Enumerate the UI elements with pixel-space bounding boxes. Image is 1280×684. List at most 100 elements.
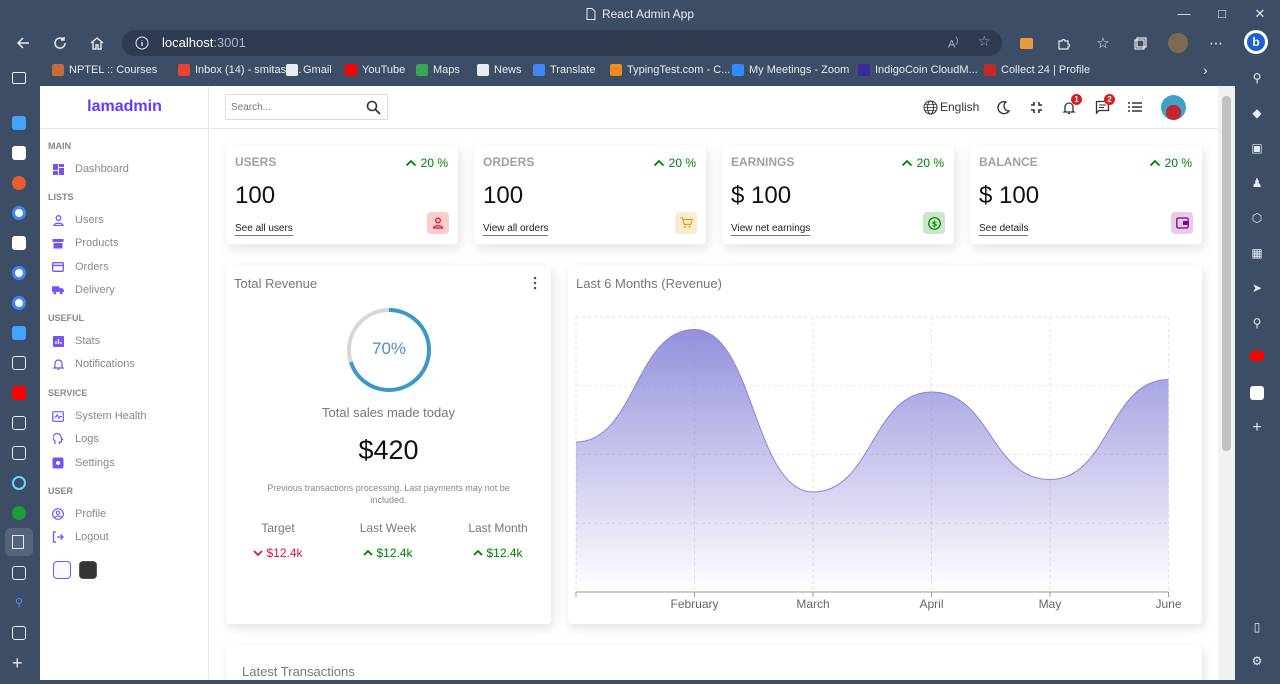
bookmarks-bar: NPTEL :: Courses Inbox (14) - smitasa... G… bbox=[40, 58, 1235, 85]
extensions-puzzle-icon[interactable] bbox=[1053, 33, 1073, 53]
tools-icon[interactable]: ▣ bbox=[1250, 141, 1264, 155]
tab-icon[interactable] bbox=[12, 506, 26, 520]
dark-mode-icon[interactable] bbox=[994, 98, 1012, 116]
document-icon[interactable] bbox=[12, 566, 26, 580]
collections-icon[interactable] bbox=[1130, 33, 1150, 53]
bookmark-item[interactable]: IndigoCoin CloudM... bbox=[858, 64, 978, 76]
maximize-icon[interactable]: □ bbox=[1212, 4, 1232, 24]
bookmark-item[interactable]: News bbox=[477, 64, 522, 76]
sidebar-item-dashboard[interactable]: Dashboard bbox=[48, 160, 198, 178]
fullscreen-exit-icon[interactable] bbox=[1027, 98, 1045, 116]
search-icon[interactable] bbox=[366, 100, 381, 115]
add-app-icon[interactable]: + bbox=[1250, 420, 1264, 436]
address-bar[interactable]: localhost:3001 A) ☆ bbox=[122, 30, 1002, 56]
list-icon[interactable] bbox=[1126, 98, 1144, 116]
search-box[interactable]: Search... bbox=[225, 94, 388, 120]
widget-link[interactable]: See details bbox=[979, 223, 1029, 236]
youtube-icon[interactable] bbox=[12, 386, 26, 400]
sidebar-item-logs[interactable]: Logs bbox=[48, 430, 198, 448]
profile-avatar-icon[interactable] bbox=[1168, 33, 1188, 53]
tab-icon[interactable] bbox=[12, 326, 26, 340]
favorites-icon[interactable]: ☆ bbox=[1093, 33, 1113, 53]
bookmark-item[interactable]: Translate bbox=[533, 64, 595, 76]
widget-link[interactable]: View all orders bbox=[483, 223, 549, 236]
page-scrollbar[interactable] bbox=[1218, 86, 1235, 680]
read-aloud-icon[interactable]: A) bbox=[948, 35, 958, 51]
bookmark-item[interactable]: My Meetings - Zoom bbox=[732, 64, 849, 76]
google-icon[interactable] bbox=[12, 206, 26, 220]
light-theme-swatch[interactable] bbox=[53, 561, 71, 579]
bing-icon[interactable]: b bbox=[1244, 30, 1268, 54]
bookmark-item[interactable]: Inbox (14) - smitasa... bbox=[178, 64, 301, 76]
sidebar-item-orders[interactable]: Orders bbox=[48, 258, 198, 276]
bookmark-label: NPTEL :: Courses bbox=[69, 64, 158, 76]
more-vert-icon[interactable] bbox=[529, 276, 541, 290]
sidebar-item-system-health[interactable]: System Health bbox=[48, 407, 198, 425]
bookmark-item[interactable]: Maps bbox=[416, 64, 460, 76]
sidebar-item-profile[interactable]: Profile bbox=[48, 505, 198, 523]
refresh-icon[interactable] bbox=[50, 33, 70, 53]
sidebar-item-users[interactable]: Users bbox=[48, 211, 198, 229]
app-icon[interactable] bbox=[1250, 386, 1264, 400]
sidebar-toggle-icon[interactable]: ▯ bbox=[1250, 620, 1264, 634]
app-logo[interactable]: lamadmin bbox=[40, 86, 209, 129]
sidebar-item-logout[interactable]: Logout bbox=[48, 528, 198, 546]
favorite-add-icon[interactable]: ☆ bbox=[978, 33, 991, 50]
settings-icon[interactable]: ⚙ bbox=[1250, 654, 1264, 668]
bookmark-item[interactable]: Collect 24 | Profile bbox=[984, 64, 1090, 76]
bookmark-item[interactable]: Gmail bbox=[286, 64, 332, 76]
sidebar-item-products[interactable]: Products bbox=[48, 234, 198, 252]
bookmarks-overflow-icon[interactable]: › bbox=[1203, 62, 1208, 78]
extension-icon[interactable] bbox=[1016, 33, 1036, 53]
tab-icon[interactable] bbox=[12, 416, 26, 430]
minimize-icon[interactable]: — bbox=[1174, 4, 1194, 24]
sidebar-item-stats[interactable]: Stats bbox=[48, 332, 198, 350]
bell-icon[interactable]: ⚲ bbox=[1250, 316, 1264, 330]
send-icon[interactable]: ➤ bbox=[1250, 281, 1264, 295]
tab-icon[interactable] bbox=[12, 236, 26, 250]
sidebar-item-settings[interactable]: Settings bbox=[48, 454, 198, 472]
youtube-icon[interactable] bbox=[1250, 351, 1264, 361]
url-text[interactable]: localhost:3001 bbox=[162, 35, 246, 50]
bookmark-item[interactable]: TypingTest.com - C... bbox=[610, 64, 730, 76]
close-icon[interactable]: ✕ bbox=[1250, 4, 1270, 24]
more-menu-icon[interactable]: ⋯ bbox=[1206, 33, 1226, 53]
tag-icon[interactable]: ◆ bbox=[1250, 106, 1264, 120]
react-icon[interactable] bbox=[12, 476, 26, 490]
sidebar-item-delivery[interactable]: Delivery bbox=[48, 281, 198, 299]
sidebar-item-label: Profile bbox=[75, 508, 107, 520]
bookmark-favicon-icon bbox=[286, 64, 298, 76]
home-icon[interactable] bbox=[87, 33, 107, 53]
bookmark-item[interactable]: NPTEL :: Courses bbox=[52, 64, 157, 76]
search-tab-icon[interactable]: ⚲ bbox=[12, 596, 26, 610]
widget-link[interactable]: View net earnings bbox=[731, 223, 811, 236]
sidebar-item-notifications[interactable]: Notifications bbox=[48, 355, 198, 373]
tab-icon[interactable] bbox=[12, 176, 26, 190]
back-icon[interactable] bbox=[13, 33, 33, 53]
new-tab-icon[interactable]: + bbox=[12, 654, 23, 672]
google-icon[interactable] bbox=[12, 296, 26, 310]
document-icon[interactable] bbox=[12, 446, 26, 460]
scrollbar-thumb[interactable] bbox=[1222, 96, 1231, 451]
search-icon[interactable]: ⚲ bbox=[1250, 71, 1264, 85]
user-avatar[interactable] bbox=[1161, 95, 1186, 120]
document-icon[interactable] bbox=[12, 356, 26, 370]
bookmark-item[interactable]: YouTube bbox=[345, 64, 405, 76]
google-icon[interactable] bbox=[12, 266, 26, 280]
bookmark-label: Gmail bbox=[303, 64, 332, 76]
shapes-icon[interactable]: ⬡ bbox=[1250, 211, 1264, 225]
dark-theme-swatch[interactable] bbox=[79, 561, 97, 579]
notifications-icon[interactable]: 1 bbox=[1060, 94, 1082, 116]
language-selector[interactable]: English bbox=[923, 98, 983, 116]
messages-icon[interactable]: 2 bbox=[1093, 94, 1115, 116]
document-icon[interactable] bbox=[12, 626, 26, 640]
widget-link[interactable]: See all users bbox=[235, 223, 293, 236]
site-info-icon[interactable] bbox=[135, 36, 149, 50]
tab-icon[interactable] bbox=[12, 146, 26, 160]
tab-actions-icon[interactable] bbox=[12, 72, 26, 84]
office-icon[interactable]: ▦ bbox=[1250, 246, 1264, 260]
games-icon[interactable]: ♟ bbox=[1250, 176, 1264, 190]
tab-icon[interactable] bbox=[12, 116, 26, 130]
search-input[interactable]: Search... bbox=[231, 102, 271, 113]
active-tab-highlight[interactable] bbox=[5, 528, 33, 556]
